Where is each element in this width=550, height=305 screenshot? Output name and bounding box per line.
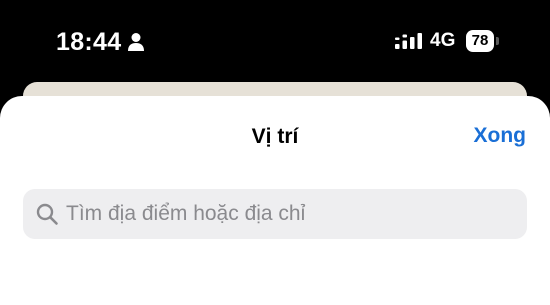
person-icon xyxy=(128,33,144,51)
network-type: 4G xyxy=(430,30,456,51)
search-placeholder: Tìm địa điểm hoặc địa chỉ xyxy=(66,202,306,225)
status-time: 18:44 xyxy=(56,28,122,56)
cellular-signal-icon xyxy=(395,33,422,49)
location-sheet: Vị trí Xong Tìm địa điểm hoặc địa chỉ xyxy=(0,96,550,305)
sheet-title: Vị trí xyxy=(251,125,299,148)
screen: 18:44 4G 78 Vị trí Xong Tìm địa điểm hoặ… xyxy=(0,0,550,305)
search-field[interactable]: Tìm địa điểm hoặc địa chỉ xyxy=(23,189,527,239)
battery-icon: 78 xyxy=(466,30,494,52)
battery-cap xyxy=(496,37,499,45)
search-icon xyxy=(36,203,58,225)
status-bar: 18:44 4G 78 xyxy=(0,0,550,80)
done-button[interactable]: Xong xyxy=(474,124,527,148)
